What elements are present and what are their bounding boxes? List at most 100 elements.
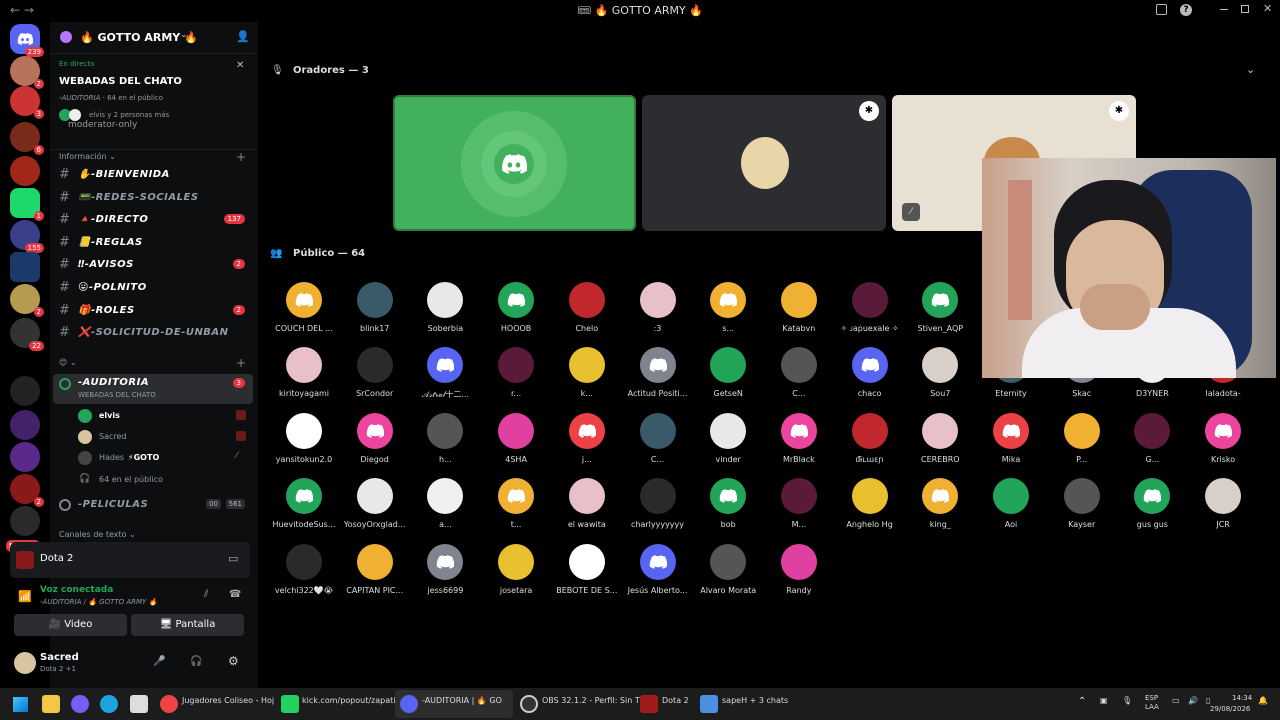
- audience-member[interactable]: CEREBRO: [907, 412, 973, 479]
- channel-avisos[interactable]: # ‼-AVISOS 2: [53, 255, 253, 275]
- network-icon[interactable]: ▭: [1172, 696, 1180, 705]
- server-icon[interactable]: 3: [10, 86, 44, 119]
- audience-member[interactable]: h...: [412, 412, 478, 479]
- stage-member[interactable]: elvis: [78, 408, 253, 426]
- audience-member[interactable]: YosoyOrxglad...: [342, 478, 408, 544]
- audience-member[interactable]: SrCondor: [342, 347, 408, 413]
- windows-start-icon[interactable]: [13, 697, 28, 712]
- server-icon[interactable]: 6: [10, 122, 44, 155]
- audience-member[interactable]: G...: [1119, 412, 1185, 479]
- edge-icon[interactable]: [100, 695, 118, 713]
- taskbar-app[interactable]: kick.com/popout/zapati: [302, 696, 396, 705]
- audience-member[interactable]: velchi322🤍😭: [271, 543, 337, 610]
- moderator-channel[interactable]: moderator-only: [68, 120, 137, 130]
- audience-member[interactable]: Anghelo Hg: [837, 478, 903, 544]
- audience-member[interactable]: GetseN: [695, 347, 761, 413]
- dota-icon[interactable]: [640, 695, 658, 713]
- audience-member[interactable]: josetara: [483, 543, 549, 610]
- audience-member[interactable]: JCR: [1190, 478, 1256, 544]
- server-icon[interactable]: [10, 506, 40, 536]
- speaker-tile[interactable]: ✱: [642, 95, 886, 231]
- maximize-icon[interactable]: [1241, 5, 1249, 13]
- audience-member[interactable]: HuevitodeSus...: [271, 478, 337, 544]
- headset-icon[interactable]: 🎧: [190, 656, 202, 667]
- audience-member[interactable]: Chelo: [554, 282, 620, 348]
- close-window-icon[interactable]: ✕: [1263, 2, 1272, 15]
- audience-member[interactable]: gus gus: [1119, 478, 1185, 544]
- stage-audience[interactable]: 🎧 64 en el público: [78, 472, 253, 490]
- server-icon[interactable]: 1: [10, 188, 44, 221]
- video-button[interactable]: 🎥 Video: [14, 614, 127, 636]
- audience-member[interactable]: Kayser: [1049, 478, 1115, 544]
- channel-directo[interactable]: # 🔺-DIRECTO 137: [53, 210, 253, 230]
- audience-member[interactable]: Jesús Alberto...: [625, 543, 691, 610]
- audience-member[interactable]: t...: [483, 478, 549, 544]
- clock-time[interactable]: 14:34: [1232, 694, 1252, 702]
- mic-tray-icon[interactable]: 🎙: [1122, 696, 1132, 705]
- taskbar-app[interactable]: -AUDITORIA | 🔥 GO: [422, 696, 508, 705]
- audience-member[interactable]: Katabvn: [766, 282, 832, 348]
- server-icon[interactable]: [10, 156, 40, 186]
- audience-member[interactable]: bob: [695, 478, 761, 544]
- audience-member[interactable]: Diegod: [342, 412, 408, 479]
- stage-member[interactable]: Sacred: [78, 429, 253, 447]
- tray-icon[interactable]: ▣: [1100, 696, 1108, 705]
- audience-member[interactable]: yansitokun2.0: [271, 412, 337, 479]
- speaker-tile[interactable]: [393, 95, 636, 231]
- taskbar-app[interactable]: sapeH + 3 chats: [722, 696, 788, 705]
- audience-member[interactable]: jess6699: [412, 543, 478, 610]
- invite-icon[interactable]: 👤: [236, 30, 250, 43]
- channel-polnito[interactable]: # 😛-POLNITO: [53, 278, 253, 298]
- audience-member[interactable]: HOOOB: [483, 282, 549, 348]
- audience-member[interactable]: k...: [554, 347, 620, 413]
- audience-member[interactable]: Sou7: [907, 347, 973, 413]
- audience-member[interactable]: Alvaro Morata: [695, 543, 761, 610]
- screen-button[interactable]: 🖥 Pantalla: [131, 614, 244, 636]
- gear-icon[interactable]: ⚙: [228, 654, 239, 668]
- audience-member[interactable]: charlyyyyyyy: [625, 478, 691, 544]
- chrome-icon[interactable]: [160, 695, 178, 713]
- audience-member[interactable]: M...: [766, 478, 832, 544]
- audience-member[interactable]: r...: [483, 347, 549, 413]
- audience-member[interactable]: 4SHA: [483, 412, 549, 479]
- server-icon[interactable]: [10, 410, 40, 440]
- screen-share-icon[interactable]: ▭: [228, 552, 238, 565]
- channel-redes[interactable]: # 📟-REDES-SOCIALES: [53, 188, 253, 208]
- taskbar-app[interactable]: Jugadores Coliseo - Hoj: [182, 696, 274, 705]
- audience-member[interactable]: Krisko: [1190, 412, 1256, 479]
- audience-member[interactable]: Mika: [978, 412, 1044, 479]
- channel-reglas[interactable]: # 📒-REGLAS: [53, 233, 253, 253]
- category-info[interactable]: Información ⌄: [59, 152, 116, 161]
- server-icon[interactable]: 2: [10, 56, 44, 89]
- live-event-card[interactable]: En directo ✕ WEBADAS DEL CHATO -AUDITORI…: [50, 54, 258, 150]
- language-indicator[interactable]: ESP LAA: [1145, 694, 1159, 712]
- audience-member[interactable]: 𝒜𝓈𝓉𝓇𝒶𝓁十二...: [412, 347, 478, 413]
- server-icon[interactable]: [10, 252, 40, 282]
- audience-member[interactable]: a...: [412, 478, 478, 544]
- server-icon[interactable]: 2: [10, 284, 44, 317]
- audience-member[interactable]: ✧ ᴊapuexale ✧: [837, 282, 903, 348]
- activity-card[interactable]: Dota 2 ▭: [10, 542, 250, 578]
- close-icon[interactable]: ✕: [236, 60, 244, 71]
- server-icon[interactable]: 155: [10, 220, 44, 253]
- server-icon[interactable]: 22: [10, 318, 44, 351]
- channel-roles[interactable]: # 🎁-ROLES 2: [53, 301, 253, 321]
- audience-member[interactable]: P...: [1049, 412, 1115, 479]
- copilot-icon[interactable]: [71, 695, 89, 713]
- audience-member[interactable]: BEBOTE DE S...: [554, 543, 620, 610]
- audience-member[interactable]: C...: [625, 412, 691, 479]
- audience-member[interactable]: Aoi: [978, 478, 1044, 544]
- channel-peliculas[interactable]: -PELICULAS 00 561: [53, 495, 253, 515]
- avatar[interactable]: [14, 652, 36, 674]
- audience-member[interactable]: j...: [554, 412, 620, 479]
- add-channel-icon[interactable]: +: [236, 150, 246, 164]
- channel-unban[interactable]: # ❌-SOLICITUD-DE-UNBAN: [53, 323, 253, 343]
- inbox-icon[interactable]: [1156, 4, 1167, 15]
- audience-member[interactable]: COUCH DEL ...: [271, 282, 337, 348]
- server-icon[interactable]: [10, 376, 40, 406]
- audience-member[interactable]: blink17: [342, 282, 408, 348]
- audience-member[interactable]: king_: [907, 478, 973, 544]
- store-icon[interactable]: [130, 695, 148, 713]
- stage-member[interactable]: Hades ⚡GOTO ⁄: [78, 450, 253, 468]
- audience-member[interactable]: MrBlack: [766, 412, 832, 479]
